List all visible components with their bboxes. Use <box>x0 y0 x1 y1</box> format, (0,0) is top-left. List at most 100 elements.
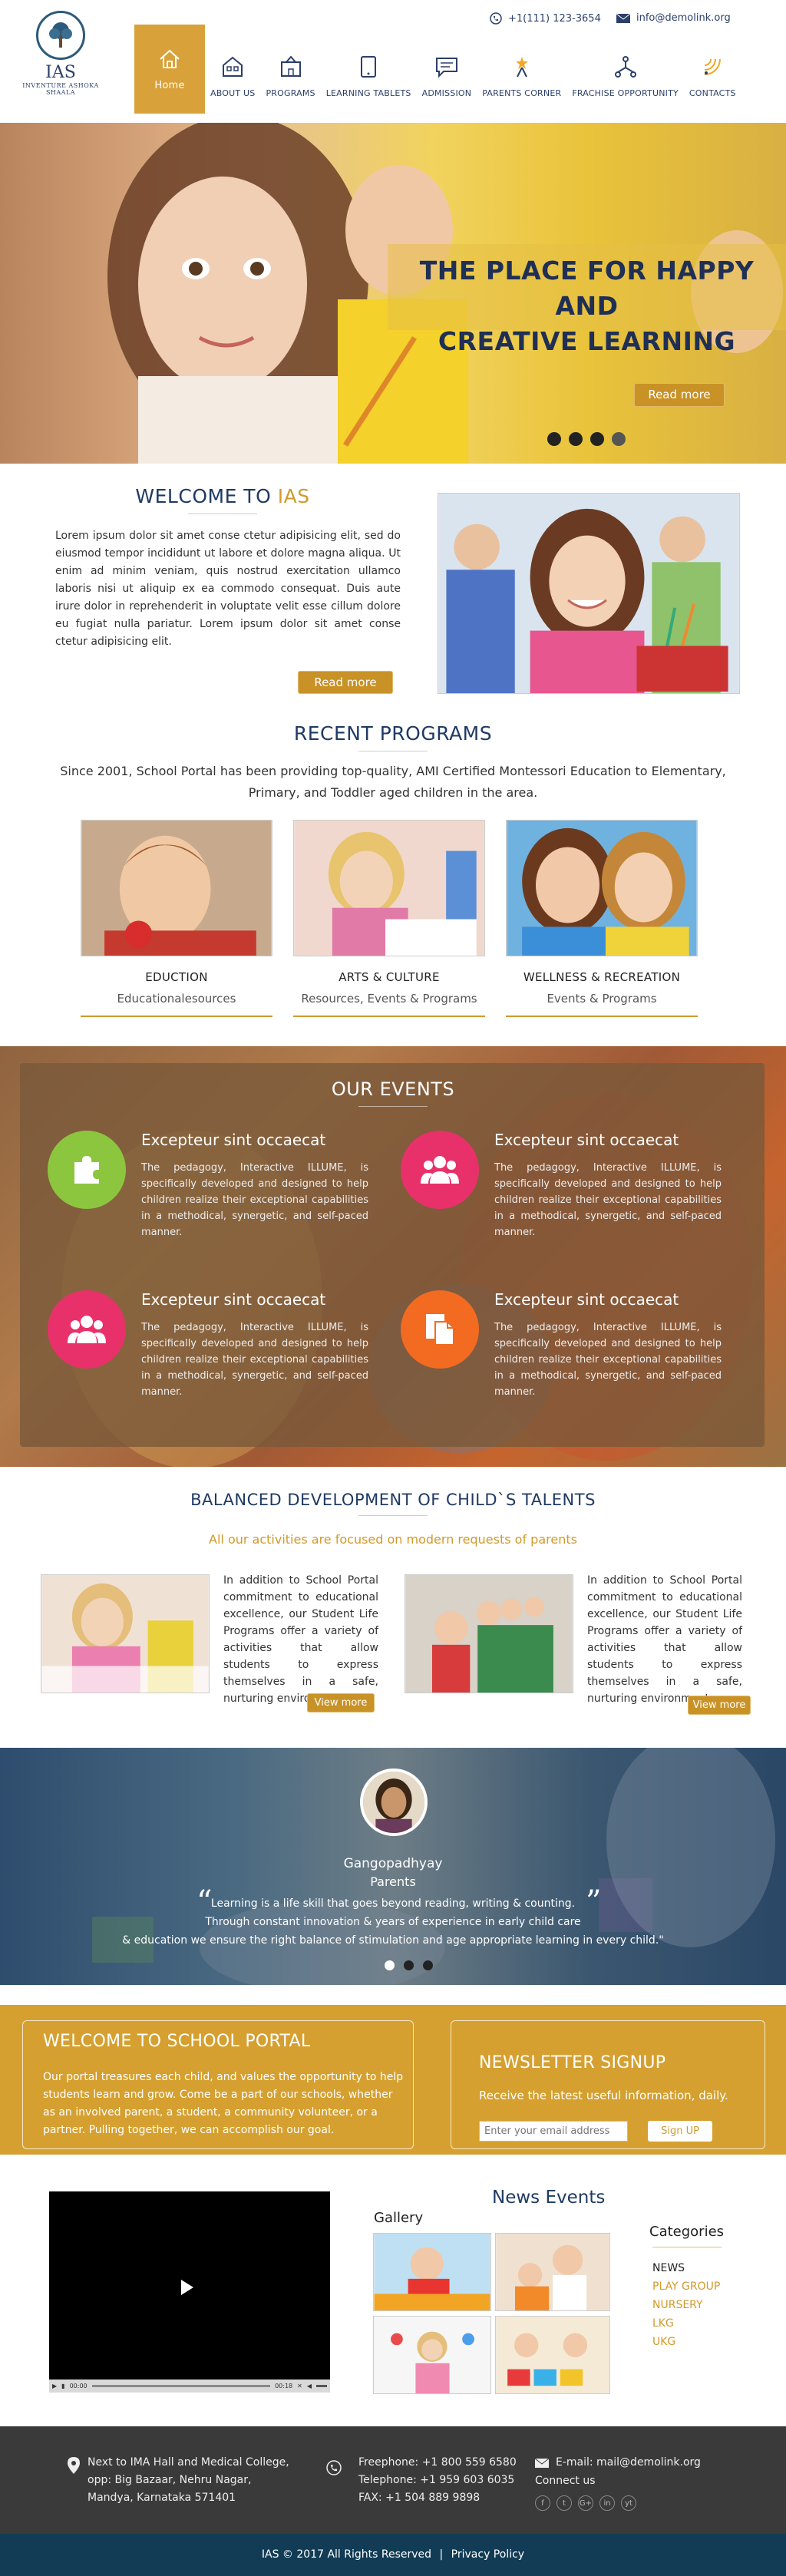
gallery-thumb[interactable] <box>373 2233 491 2311</box>
play-icon[interactable] <box>181 2280 193 2295</box>
welcome-text: Lorem ipsum dolor sit amet conse ctetur … <box>55 530 401 648</box>
balanced-heading: BALANCED DEVELOPMENT OF CHILD`S TALENTS <box>0 1491 786 1516</box>
category-link-play-group[interactable]: PLAY GROUP <box>652 2277 720 2296</box>
location-pin-icon <box>68 2457 80 2474</box>
site-logo[interactable]: IAS INVENTURE ASHOKA SHAALA <box>11 11 111 103</box>
footer-address: Next to IMA Hall and Medical College, op… <box>88 2454 289 2507</box>
title-divider <box>358 1106 428 1107</box>
social-links: f t G+ in yt <box>535 2495 642 2511</box>
nav-label: ABOUT US <box>210 88 256 98</box>
gallery-thumb[interactable] <box>373 2316 491 2394</box>
gallery-thumb[interactable] <box>495 2316 610 2394</box>
nav-item-franchise[interactable]: FRACHISE OPPORTUNITY <box>566 25 684 114</box>
welcome-title: WELCOME TO <box>135 485 278 507</box>
footer-telephone[interactable]: Telephone: +1 959 603 6035 <box>358 2472 517 2489</box>
instagram-icon[interactable]: in <box>599 2495 615 2511</box>
footer-fax: FAX: +1 504 889 9898 <box>358 2492 481 2504</box>
title-divider <box>358 1515 428 1516</box>
slider-dot[interactable] <box>547 432 561 446</box>
category-link-nursery[interactable]: NURSERY <box>652 2296 720 2314</box>
volume-slider[interactable] <box>316 2385 327 2387</box>
privacy-policy-link[interactable]: Privacy Policy <box>451 2548 524 2561</box>
video-player[interactable]: ▶ ▮ 00:00 00:18 ✕ ◀ <box>49 2191 330 2393</box>
testimonial-quote: Learning is a life skill that goes beyon… <box>0 1894 786 1950</box>
program-title: ARTS & CULTURE <box>339 970 440 984</box>
category-link-ukg[interactable]: UKG <box>652 2333 720 2351</box>
event-item[interactable]: Excepteur sint occaecat The pedagogy, In… <box>48 1131 378 1284</box>
footer-email[interactable]: E-mail: mail@demolink.org <box>556 2454 701 2472</box>
welcome-title-accent: IAS <box>277 485 310 507</box>
twitter-icon[interactable]: t <box>556 2495 572 2511</box>
view-more-button[interactable]: View more <box>688 1696 751 1715</box>
gallery-thumb[interactable] <box>495 2233 610 2311</box>
site-footer: Next to IMA Hall and Medical College, op… <box>0 2426 786 2534</box>
nav-item-programs[interactable]: PROGRAMS <box>260 25 320 114</box>
category-link-lkg[interactable]: LKG <box>652 2314 720 2333</box>
address-line: Mandya, Karnataka 571401 <box>88 2492 236 2504</box>
document-icon <box>401 1290 479 1369</box>
welcome-read-more-button[interactable]: Read more <box>298 671 393 694</box>
category-link-news[interactable]: NEWS <box>652 2259 720 2277</box>
footer-freephone[interactable]: Freephone: +1 800 559 6580 <box>358 2454 517 2472</box>
balanced-photo <box>405 1574 573 1693</box>
nav-item-home[interactable]: Home <box>134 25 205 114</box>
slider-dot[interactable] <box>590 432 604 446</box>
tree-logo-icon <box>36 11 85 60</box>
view-more-button[interactable]: View more <box>307 1693 375 1712</box>
play-small-icon[interactable]: ▶ <box>52 2383 57 2389</box>
header-email[interactable]: info@demolink.org <box>616 12 731 24</box>
group-icon <box>401 1131 479 1209</box>
video-controls: ▶ ▮ 00:00 00:18 ✕ ◀ <box>49 2379 330 2393</box>
building-icon <box>223 56 243 77</box>
fullscreen-icon[interactable]: ✕ <box>297 2383 302 2389</box>
event-title: Excepteur sint occaecat <box>141 1131 326 1149</box>
slider-dot-active[interactable] <box>404 1960 414 1970</box>
balanced-text: In addition to School Portal commitment … <box>223 1574 378 1705</box>
nav-item-admission[interactable]: ADMISSION <box>417 25 477 114</box>
program-image <box>507 821 697 956</box>
pause-small-icon[interactable]: ▮ <box>61 2383 64 2389</box>
phone-icon <box>326 2460 342 2475</box>
main-nav: Home ABOUT US PROGRAMS LEARNING TABLETS … <box>134 25 741 114</box>
newsletter-title: NEWSLETTER SIGNUP <box>479 2053 666 2072</box>
chat-icon <box>435 58 457 78</box>
events-title: OUR EVENTS <box>331 1078 455 1100</box>
slider-dot[interactable] <box>385 1960 395 1970</box>
address-line: Next to IMA Hall and Medical College, <box>88 2456 289 2469</box>
facebook-icon[interactable]: f <box>535 2495 550 2511</box>
categories-list: NEWS PLAY GROUP NURSERY LKG UKG <box>652 2259 720 2351</box>
nav-item-parents-corner[interactable]: PARENTS CORNER <box>477 25 566 114</box>
signal-icon <box>705 58 722 75</box>
newsletter-email-input[interactable] <box>479 2121 628 2142</box>
program-card-wellness[interactable]: WELLNESS & RECREATION Events & Programs <box>506 820 698 1017</box>
slider-dot[interactable] <box>569 432 583 446</box>
event-item[interactable]: Excepteur sint occaecat The pedagogy, In… <box>48 1290 378 1444</box>
balanced-image <box>41 1575 209 1693</box>
program-card-education[interactable]: EDUCTION Educationalesources <box>81 820 272 1017</box>
newsletter-signup-button[interactable]: Sign UP <box>648 2121 712 2142</box>
header-phone[interactable]: +1(111) 123-3654 <box>490 12 601 25</box>
slider-dot-active[interactable] <box>612 432 626 446</box>
news-title: News Events <box>492 2188 606 2208</box>
volume-icon[interactable]: ◀ <box>307 2383 312 2389</box>
nav-item-contacts[interactable]: CONTACTS <box>684 25 741 114</box>
balanced-text: In addition to School Portal commitment … <box>587 1574 742 1705</box>
envelope-icon <box>535 2459 549 2468</box>
video-progress-bar[interactable] <box>91 2385 271 2387</box>
google-plus-icon[interactable]: G+ <box>578 2495 593 2511</box>
program-image <box>294 821 484 956</box>
video-time-total: 00:18 <box>275 2383 293 2389</box>
hero-slider-dots <box>547 432 626 446</box>
event-title: Excepteur sint occaecat <box>494 1131 679 1149</box>
slider-dot[interactable] <box>423 1960 433 1970</box>
nav-item-about[interactable]: ABOUT US <box>205 25 260 114</box>
event-item[interactable]: Excepteur sint occaecat The pedagogy, In… <box>401 1290 731 1444</box>
nav-label: LEARNING TABLETS <box>325 88 411 98</box>
event-item[interactable]: Excepteur sint occaecat The pedagogy, In… <box>401 1131 731 1284</box>
youtube-icon[interactable]: yt <box>621 2495 636 2511</box>
hero-read-more-button[interactable]: Read more <box>634 383 725 407</box>
parent-avatar <box>360 1769 428 1836</box>
program-card-arts[interactable]: ARTS & CULTURE Resources, Events & Progr… <box>293 820 485 1017</box>
nav-item-learning-tablets[interactable]: LEARNING TABLETS <box>321 25 417 114</box>
portal-title: WELCOME TO SCHOOL PORTAL <box>43 2032 311 2051</box>
